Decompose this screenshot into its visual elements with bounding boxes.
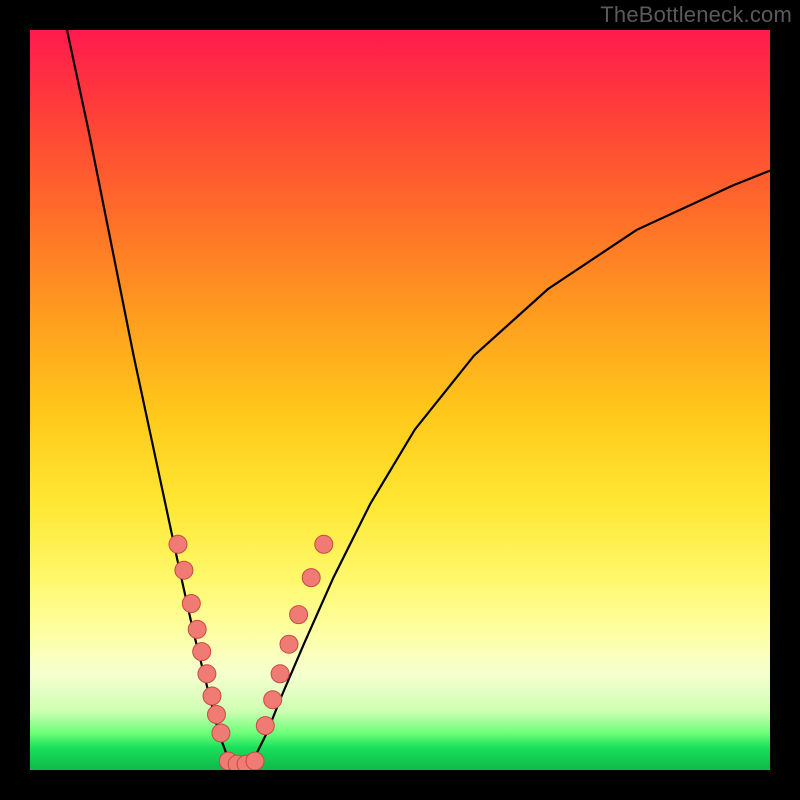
dot-left [175, 561, 193, 579]
dot-left [212, 724, 230, 742]
watermark-text: TheBottleneck.com [600, 2, 792, 28]
dot-right [315, 535, 333, 553]
data-dots [169, 535, 333, 770]
dot-right [302, 569, 320, 587]
outer-frame: TheBottleneck.com [0, 0, 800, 800]
dot-right [256, 717, 274, 735]
curve-right-branch [252, 171, 770, 763]
dot-bottom [246, 752, 264, 770]
dot-left [208, 706, 226, 724]
dot-left [182, 595, 200, 613]
curve-layer [30, 30, 770, 770]
dot-left [198, 665, 216, 683]
dot-right [290, 606, 308, 624]
dot-left [193, 643, 211, 661]
dot-right [264, 691, 282, 709]
dot-left [169, 535, 187, 553]
dot-left [188, 620, 206, 638]
plot-area [30, 30, 770, 770]
dot-right [280, 635, 298, 653]
bottleneck-curve [67, 30, 770, 766]
dot-right [271, 665, 289, 683]
dot-left [203, 687, 221, 705]
